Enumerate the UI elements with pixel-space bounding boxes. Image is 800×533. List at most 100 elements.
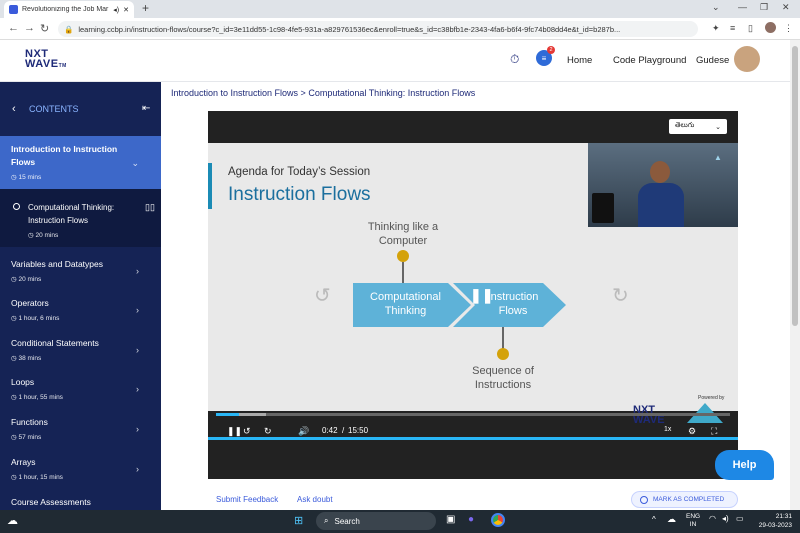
minimize-icon[interactable]: — xyxy=(738,2,747,12)
slide-top-label: Thinking like a Computer xyxy=(367,221,439,247)
timer-icon[interactable]: ⏱ xyxy=(510,52,519,67)
speaker-icon[interactable]: ◂) xyxy=(722,514,729,523)
powered-by-label: Powered by xyxy=(698,395,725,401)
browser-tab-bar: Revolutionizing the Job Mar ◂) ✕ + ⌄ — ❐… xyxy=(0,0,800,18)
chrome-taskbar-icon[interactable] xyxy=(491,513,505,527)
rewind-10-icon[interactable]: ↺ xyxy=(243,426,251,437)
slide-subtitle: Agenda for Today’s Session xyxy=(228,166,371,178)
chevron-right-icon: › xyxy=(136,266,139,276)
time-separator: / xyxy=(342,426,345,435)
collapse-sidebar-icon[interactable]: ⇤ xyxy=(142,103,150,114)
slide-title: Instruction Flows xyxy=(228,184,371,205)
url-field[interactable]: 🔒 learning.ccbp.in/instruction-flows/cou… xyxy=(58,21,698,37)
submit-feedback-link[interactable]: Submit Feedback xyxy=(216,495,278,504)
page-scrollbar-thumb[interactable] xyxy=(792,46,798,326)
settings-gear-icon[interactable]: ⚙ xyxy=(688,426,696,437)
logo-tm: TM xyxy=(58,63,67,69)
reading-list-icon[interactable]: ≡ xyxy=(730,23,735,33)
close-tab-icon[interactable]: ✕ xyxy=(123,6,129,14)
nav-home-link[interactable]: Home xyxy=(567,55,592,66)
playback-speed[interactable]: 1x xyxy=(664,426,671,433)
sidebar-item-duration: 1 hour, 55 mins xyxy=(18,394,63,401)
forward-10-icon[interactable]: ↻ xyxy=(264,426,272,437)
sidebar-item-course-assessments[interactable]: Course Assessments xyxy=(0,496,161,509)
language-value: తెలుగు xyxy=(675,122,695,129)
clock-icon: ◷ xyxy=(11,474,17,481)
clock-time: 21:31 xyxy=(775,513,792,520)
instructor-webcam: ▲ xyxy=(588,143,738,227)
sidebar-header: ‹ CONTENTS ⇤ xyxy=(0,82,161,134)
sidebar-item-meta: ◷ 1 hour, 15 mins xyxy=(11,473,150,481)
battery-icon[interactable]: ▭ xyxy=(736,514,744,523)
clock-icon: ◷ xyxy=(28,232,34,239)
video-progress-track[interactable] xyxy=(216,413,730,416)
sidebar-item-arrays[interactable]: Arrays ◷ 1 hour, 15 mins › xyxy=(0,456,161,481)
sidebar-item-label: Conditional Statements xyxy=(11,338,99,348)
sidebar-item-label: Introduction to Instruction Flows xyxy=(11,144,118,167)
sidebar-item-label: Functions xyxy=(11,417,48,427)
sidebar-subitem-computational-thinking[interactable]: Computational Thinking: Instruction Flow… xyxy=(0,189,161,247)
windows-taskbar: ☁ ⊞ ⌕ Search ▣ ● ^ ☁ ENG IN ◠ ◂) ▭ 21:31… xyxy=(0,510,800,533)
forward-icon[interactable]: → xyxy=(24,22,35,34)
rewind-overlay-icon[interactable]: ↺ xyxy=(314,283,331,308)
breadcrumb[interactable]: Introduction to Instruction Flows > Comp… xyxy=(171,88,475,98)
tray-chevron-up-icon[interactable]: ^ xyxy=(652,515,656,524)
restore-icon[interactable]: ❐ xyxy=(760,2,768,13)
side-panel-icon[interactable]: ▯ xyxy=(748,23,753,34)
taskbar-search[interactable]: ⌕ Search xyxy=(316,512,436,530)
slide-accent-bar xyxy=(208,163,212,209)
chevron-left-icon[interactable]: ‹ xyxy=(12,103,16,115)
instructor-head xyxy=(650,161,670,183)
clock-icon: ◷ xyxy=(11,174,17,181)
sidebar-item-functions[interactable]: Functions ◷ 57 mins › xyxy=(0,416,161,441)
chevron-down-icon: ⌄ xyxy=(131,158,139,168)
player-bottom-accent xyxy=(208,437,738,440)
new-tab-icon[interactable]: + xyxy=(142,1,149,15)
profile-icon[interactable] xyxy=(765,22,776,33)
windows-start-icon[interactable]: ⊞ xyxy=(294,514,303,527)
tab-search-icon[interactable]: ⌄ xyxy=(712,2,720,13)
help-button[interactable]: Help xyxy=(715,450,774,480)
reload-icon[interactable]: ↻ xyxy=(40,22,49,35)
onedrive-icon[interactable]: ☁ xyxy=(667,514,676,525)
pause-icon[interactable]: ❚❚ xyxy=(227,426,242,437)
forward-overlay-icon[interactable]: ↻ xyxy=(612,283,629,308)
mark-as-completed-button[interactable]: MARK AS COMPLETED xyxy=(631,491,738,508)
extensions-icon[interactable]: ✦ xyxy=(712,23,720,34)
back-icon[interactable]: ← xyxy=(8,22,19,34)
sidebar-item-label: Loops xyxy=(11,377,35,387)
logo-bottom: WAVE xyxy=(25,58,59,70)
nav-code-playground-link[interactable]: Code Playground xyxy=(613,55,686,66)
sidebar-item-variables[interactable]: Variables and Datatypes ◷ 20 mins › xyxy=(0,258,161,283)
language-indicator[interactable]: ENG IN xyxy=(686,513,700,529)
sidebar-item-meta: ◷ 38 mins xyxy=(11,354,150,362)
volume-icon[interactable]: 🔊 xyxy=(298,426,309,437)
sidebar-item-introduction[interactable]: Introduction to Instruction Flows ◷ 15 m… xyxy=(0,136,161,189)
ask-doubt-link[interactable]: Ask doubt xyxy=(297,495,333,504)
close-window-icon[interactable]: ✕ xyxy=(782,2,790,13)
wifi-icon[interactable]: ◠ xyxy=(709,514,716,523)
sidebar-item-duration: 1 hour, 15 mins xyxy=(18,474,63,481)
browser-tab[interactable]: Revolutionizing the Job Mar ◂) ✕ xyxy=(4,1,134,18)
weather-icon[interactable]: ☁ xyxy=(7,514,18,527)
menu-icon[interactable]: ⋮ xyxy=(784,23,793,34)
sidebar-item-duration: 20 mins xyxy=(35,232,59,239)
user-name[interactable]: Gudese xyxy=(696,55,729,66)
fullscreen-icon[interactable]: ⛶ xyxy=(711,426,717,437)
clock[interactable]: 21:31 29-03-2023 xyxy=(752,512,792,530)
sidebar-item-operators[interactable]: Operators ◷ 1 hour, 6 mins › xyxy=(0,297,161,322)
task-view-icon[interactable]: ▣ xyxy=(446,514,455,525)
sidebar-item-conditional-statements[interactable]: Conditional Statements ◷ 38 mins › xyxy=(0,337,161,362)
audio-icon[interactable]: ◂) xyxy=(113,6,119,14)
clock-icon: ◷ xyxy=(11,315,17,322)
clock-date: 29-03-2023 xyxy=(758,522,792,529)
nxtwave-logo[interactable]: NXT WAVETM xyxy=(25,49,67,71)
language-select[interactable]: తెలుగు ⌄ xyxy=(669,119,727,134)
slide-box1-label: Computational Thinking xyxy=(370,291,441,317)
url-text: learning.ccbp.in/instruction-flows/cours… xyxy=(78,24,621,34)
pause-overlay-icon[interactable]: ❚❚ xyxy=(470,287,493,304)
sidebar-item-loops[interactable]: Loops ◷ 1 hour, 55 mins › xyxy=(0,376,161,401)
avatar[interactable] xyxy=(734,46,760,72)
chevron-right-icon: › xyxy=(136,424,139,434)
chat-app-icon[interactable]: ● xyxy=(468,514,474,525)
